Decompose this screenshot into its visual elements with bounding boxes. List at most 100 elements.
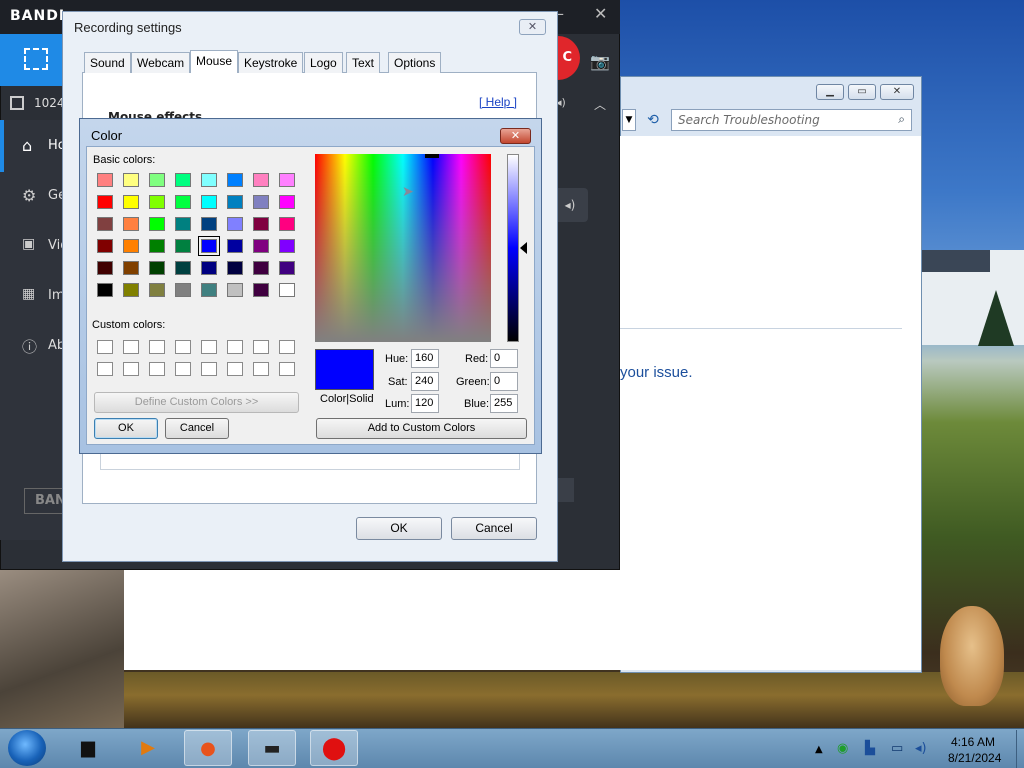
sat-input[interactable]: 240 [411,372,439,391]
custom-color-swatch[interactable] [253,362,269,376]
basic-color-swatch[interactable] [227,195,243,209]
basic-color-swatch[interactable] [149,217,165,231]
define-custom-colors-button[interactable]: Define Custom Colors >> [94,392,299,413]
add-to-custom-colors-button[interactable]: Add to Custom Colors [316,418,527,439]
help-link[interactable]: [ Help ] [479,95,517,109]
basic-color-swatch[interactable] [97,283,113,297]
ok-button[interactable]: OK [356,517,442,540]
basic-color-swatch[interactable] [201,195,217,209]
maximize-button[interactable]: ▭ [848,84,876,100]
basic-color-swatch[interactable] [279,195,295,209]
basic-color-swatch[interactable] [123,173,139,187]
taskbar-app-firefox-icon[interactable]: ● [184,730,232,766]
basic-color-swatch[interactable] [253,283,269,297]
taskbar-app-media-player-icon[interactable]: ▶ [124,730,172,766]
show-desktop-button[interactable] [1016,730,1024,768]
minimize-button[interactable]: ▁ [816,84,844,100]
basic-color-swatch[interactable] [149,173,165,187]
basic-color-swatch[interactable] [227,283,243,297]
tab-webcam[interactable]: Webcam [131,52,191,73]
basic-color-swatch[interactable] [227,217,243,231]
basic-color-swatch[interactable] [279,283,295,297]
close-button[interactable]: ✕ [519,19,546,35]
custom-color-swatch[interactable] [97,362,113,376]
taskbar-clock[interactable]: 4:16 AM 8/21/2024 [948,734,1001,766]
basic-color-swatch[interactable] [227,173,243,187]
issue-link[interactable]: your issue. [620,364,693,381]
custom-color-swatch[interactable] [201,362,217,376]
basic-color-swatch[interactable] [175,195,191,209]
basic-color-swatch[interactable] [149,261,165,275]
basic-color-swatch[interactable] [279,217,295,231]
taskbar-app-record-icon[interactable]: ⬤ [310,730,358,766]
basic-color-swatch[interactable] [201,261,217,275]
basic-color-swatch[interactable] [198,236,220,256]
basic-color-swatch[interactable] [253,239,269,253]
basic-color-swatch[interactable] [201,173,217,187]
ok-button[interactable]: OK [94,418,158,439]
basic-color-swatch[interactable] [97,239,113,253]
custom-color-swatch[interactable] [149,362,165,376]
basic-color-swatch[interactable] [123,239,139,253]
tray-display-icon[interactable]: ▭ [891,741,903,756]
taskbar-app-bandicam-icon[interactable]: ▬ [248,730,296,766]
tab-options[interactable]: Options [388,52,442,73]
tray-volume-icon[interactable]: ◂) [915,741,927,756]
basic-color-swatch[interactable] [175,261,191,275]
lum-input[interactable]: 120 [411,394,439,413]
basic-color-swatch[interactable] [149,239,165,253]
basic-color-swatch[interactable] [123,217,139,231]
search-input[interactable]: Search Troubleshooting ⌕ [671,109,912,131]
basic-color-swatch[interactable] [175,283,191,297]
close-icon[interactable]: ✕ [594,4,607,23]
tab-logo[interactable]: Logo [304,52,343,73]
cancel-button[interactable]: Cancel [165,418,229,439]
basic-color-swatch[interactable] [175,173,191,187]
custom-color-swatch[interactable] [279,340,295,354]
tab-text[interactable]: Text [346,52,381,73]
basic-color-swatch[interactable] [175,239,191,253]
basic-color-swatch[interactable] [175,217,191,231]
custom-color-swatch[interactable] [97,340,113,354]
tray-status-icon[interactable]: ◉ [837,741,848,756]
tab-sound[interactable]: Sound [84,52,131,73]
custom-color-swatch[interactable] [227,362,243,376]
basic-color-swatch[interactable] [227,239,243,253]
collapse-icon[interactable]: ︿ [594,96,606,113]
basic-color-swatch[interactable] [201,283,217,297]
basic-color-swatch[interactable] [97,195,113,209]
basic-color-swatch[interactable] [279,239,295,253]
cancel-button[interactable]: Cancel [451,517,537,540]
luminosity-arrow-icon[interactable] [520,242,527,254]
red-input[interactable]: 0 [490,349,518,368]
custom-color-swatch[interactable] [149,340,165,354]
basic-color-swatch[interactable] [279,173,295,187]
basic-color-swatch[interactable] [253,195,269,209]
basic-color-swatch[interactable] [201,217,217,231]
tray-network-icon[interactable]: ▙ [865,741,875,756]
basic-color-swatch[interactable] [97,217,113,231]
camera-icon[interactable]: 📷 [590,52,610,71]
green-input[interactable]: 0 [490,372,518,391]
tab-mouse[interactable]: Mouse [190,50,239,73]
custom-color-swatch[interactable] [175,362,191,376]
custom-color-swatch[interactable] [227,340,243,354]
basic-color-swatch[interactable] [123,261,139,275]
refresh-icon[interactable]: ⟲ [642,109,664,131]
custom-color-swatch[interactable] [253,340,269,354]
show-hidden-icons-icon[interactable]: ▲ [815,744,823,755]
basic-color-swatch[interactable] [149,195,165,209]
custom-color-swatch[interactable] [123,362,139,376]
basic-color-swatch[interactable] [149,283,165,297]
basic-color-swatch[interactable] [279,261,295,275]
basic-color-swatch[interactable] [253,261,269,275]
color-spectrum[interactable] [315,154,491,342]
close-button[interactable]: ✕ [500,128,531,144]
custom-color-swatch[interactable] [175,340,191,354]
basic-color-swatch[interactable] [253,173,269,187]
basic-color-swatch[interactable] [253,217,269,231]
basic-color-swatch[interactable] [123,195,139,209]
address-dropdown-icon[interactable]: ▼ [622,109,636,131]
basic-color-swatch[interactable] [227,261,243,275]
taskbar-app-terminal-icon[interactable]: ▆ [64,730,112,766]
